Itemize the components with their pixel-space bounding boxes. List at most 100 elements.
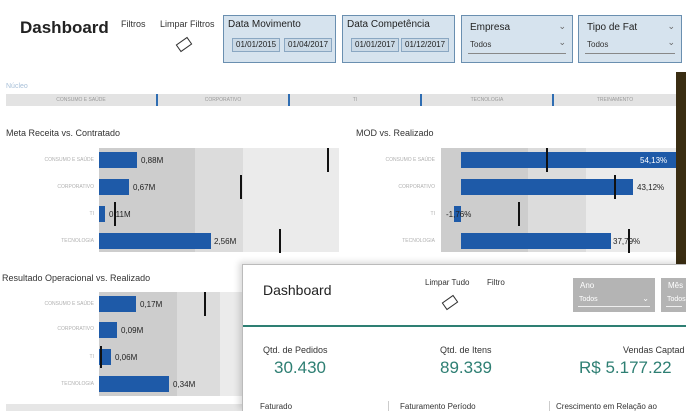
- resultado-title: Resultado Operacional vs. Realizado: [2, 273, 151, 283]
- chevron-down-icon: ⌄: [667, 37, 675, 47]
- eraser-icon[interactable]: [175, 36, 193, 53]
- tab-treinamento[interactable]: TREINAMENTO: [554, 94, 676, 106]
- bar[interactable]: [99, 233, 211, 249]
- mes-value: Todos: [667, 296, 686, 303]
- target-marker: [204, 292, 206, 316]
- data-movimento-from[interactable]: 01/01/2015: [232, 38, 281, 52]
- kpi-value: 89.339: [440, 358, 492, 377]
- teal-divider: [243, 325, 686, 327]
- data-competencia-slicer[interactable]: Data Competência 01/01/2017 01/12/2017: [342, 15, 455, 63]
- tipo-fat-value: Todos: [587, 40, 609, 49]
- divider: [578, 306, 650, 307]
- data-label: -1,76%: [446, 210, 472, 219]
- page-title: Dashboard: [20, 18, 109, 37]
- target-marker: [240, 175, 242, 199]
- category-label: TECNOLOGIA: [61, 238, 94, 244]
- target-marker: [100, 346, 102, 368]
- data-label: 0,17M: [140, 300, 163, 309]
- category-label: CONSUMO E SAÚDE: [385, 157, 435, 163]
- faturado-header: Faturado: [260, 402, 293, 411]
- limpar-filtros-button[interactable]: Limpar Filtros: [160, 19, 215, 29]
- range-band-light: [220, 292, 242, 396]
- column-divider: [388, 401, 389, 411]
- data-label: 2,56M: [214, 237, 237, 246]
- category-label: TI: [430, 211, 435, 217]
- kpi-label: Vendas Captad: [623, 345, 685, 355]
- faturamento-periodo-header: Faturamento Período: [400, 402, 476, 411]
- bottom-tab-strip: [6, 404, 242, 411]
- data-label: 0,11M: [109, 210, 131, 219]
- data-label: 0,06M: [115, 353, 138, 362]
- bar[interactable]: [461, 233, 611, 249]
- target-marker: [614, 175, 616, 199]
- mes-label: Mês: [668, 281, 684, 290]
- target-marker: [546, 148, 548, 172]
- data-label: 43,12%: [637, 183, 665, 192]
- empresa-dropdown[interactable]: Empresa ⌄ Todos ⌄: [461, 15, 573, 63]
- bar[interactable]: [99, 179, 129, 195]
- bar[interactable]: [99, 322, 117, 338]
- category-label: CORPORATIVO: [398, 184, 435, 190]
- mes-dropdown[interactable]: Mês Todos: [661, 278, 686, 312]
- panel-title: Dashboard: [263, 282, 332, 298]
- kpi-label: Qtd. de Pedidos: [263, 345, 328, 355]
- data-movimento-slicer[interactable]: Data Movimento 01/01/2015 01/04/2017: [223, 15, 336, 63]
- chevron-down-icon: ⌄: [558, 21, 566, 31]
- data-competencia-from[interactable]: 01/01/2017: [351, 38, 400, 52]
- tab-tecnologia[interactable]: TECNOLOGIA: [422, 94, 552, 106]
- bar[interactable]: [99, 206, 105, 222]
- chevron-down-icon: ⌄: [558, 37, 566, 47]
- target-marker: [279, 229, 281, 253]
- data-label: 37,79%: [613, 237, 641, 246]
- category-label: CONSUMO E SAÚDE: [44, 301, 94, 307]
- category-label: CONSUMO E SAÚDE: [44, 157, 94, 163]
- data-label: 0,88M: [141, 156, 164, 165]
- eraser-icon[interactable]: [441, 294, 459, 311]
- tipo-fat-dropdown[interactable]: Tipo de Fat ⌄ Todos ⌄: [578, 15, 682, 63]
- ano-label: Ano: [580, 281, 595, 290]
- bar[interactable]: [99, 296, 136, 312]
- bar[interactable]: [99, 152, 137, 168]
- category-label: TECNOLOGIA: [402, 238, 435, 244]
- data-movimento-label: Data Movimento: [228, 19, 301, 30]
- tipo-fat-label: Tipo de Fat: [587, 22, 638, 33]
- dashboard-screen: Dashboard Filtros Limpar Filtros Data Mo…: [0, 0, 686, 411]
- category-label: CORPORATIVO: [57, 184, 94, 190]
- tab-ti[interactable]: TI: [290, 94, 420, 106]
- data-label: 0,09M: [121, 326, 144, 335]
- kpi-value: 30.430: [274, 358, 326, 377]
- kpi-label: Qtd. de Itens: [440, 345, 492, 355]
- filtros-button[interactable]: Filtros: [121, 19, 146, 29]
- mod-title: MOD vs. Realizado: [356, 128, 434, 138]
- tab-corporativo[interactable]: CORPORATIVO: [158, 94, 288, 106]
- kpi-value: R$ 5.177.22: [579, 358, 672, 377]
- target-marker: [327, 148, 329, 172]
- nucleo-tab-bar: CONSUMO E SAÚDE CORPORATIVO TI TECNOLOGI…: [6, 94, 676, 106]
- ano-dropdown[interactable]: Ano Todos ⌄: [573, 278, 655, 312]
- empresa-label: Empresa: [470, 22, 511, 33]
- nucleo-label: Núcleo: [6, 83, 28, 90]
- limpar-tudo-button[interactable]: Limpar Tudo: [425, 278, 469, 287]
- range-band-light: [243, 148, 339, 252]
- target-marker: [518, 202, 520, 226]
- header-bar: Dashboard Filtros Limpar Filtros Data Mo…: [0, 0, 686, 72]
- category-label: CORPORATIVO: [57, 326, 94, 332]
- data-label: 54,13%: [640, 156, 668, 165]
- empresa-value: Todos: [470, 40, 492, 49]
- crescimento-header: Crescimento em Relação ao: [556, 402, 657, 411]
- overlay-dashboard-panel: Dashboard Limpar Tudo Filtro Ano Todos ⌄…: [242, 264, 686, 411]
- data-competencia-to[interactable]: 01/12/2017: [401, 38, 450, 52]
- filtro-button[interactable]: Filtro: [487, 278, 505, 287]
- meta-receita-title: Meta Receita vs. Contratado: [6, 128, 121, 138]
- tab-consumo-saude[interactable]: CONSUMO E SAÚDE: [6, 94, 156, 106]
- bar[interactable]: [99, 376, 169, 392]
- data-movimento-to[interactable]: 01/04/2017: [284, 38, 333, 52]
- divider: [585, 53, 675, 54]
- chevron-down-icon: ⌄: [642, 294, 649, 303]
- bar[interactable]: [461, 179, 633, 195]
- chevron-down-icon: ⌄: [667, 21, 675, 31]
- divider: [666, 306, 682, 307]
- category-label: TECNOLOGIA: [61, 381, 94, 387]
- data-label: 0,67M: [133, 183, 156, 192]
- divider: [468, 53, 566, 54]
